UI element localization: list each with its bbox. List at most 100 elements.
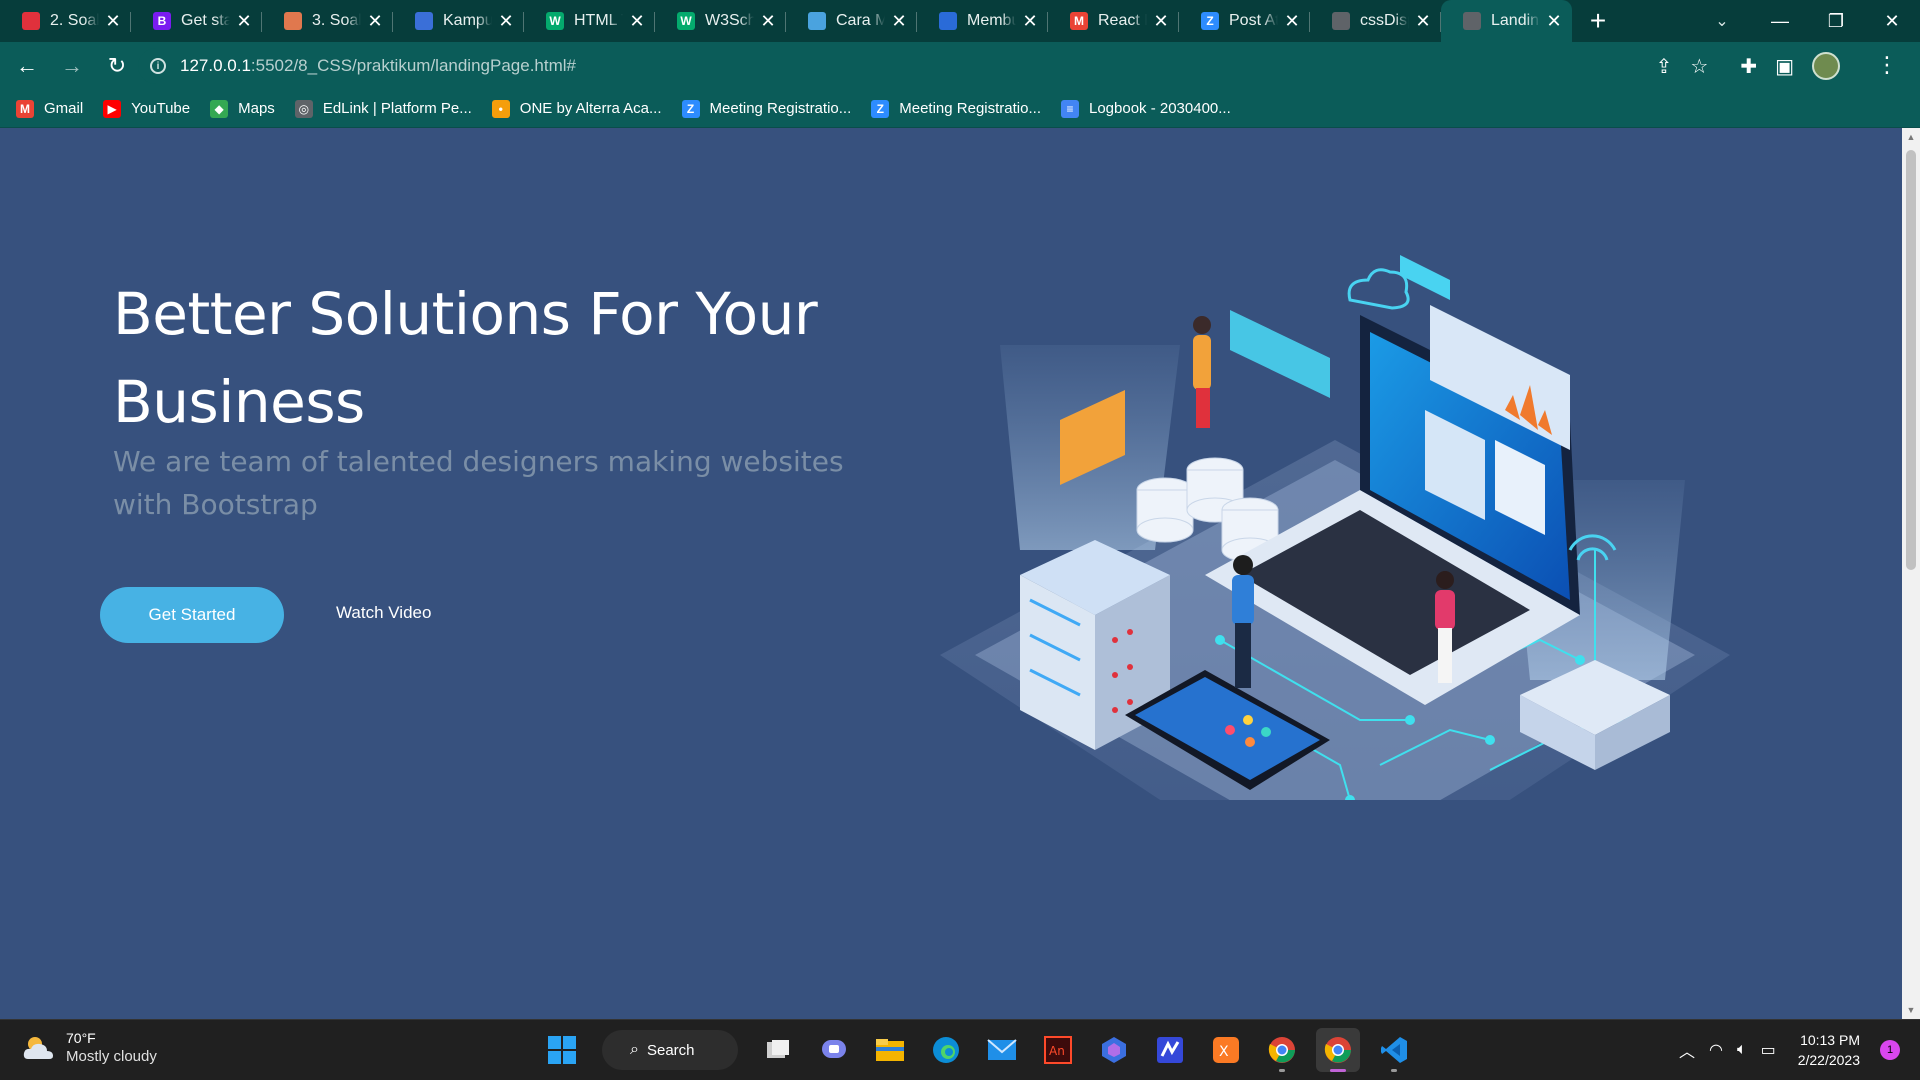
tab-title: W3Schools (705, 12, 754, 29)
youtube-icon: ▶ (103, 99, 122, 118)
bookmark-item[interactable]: ≡ Logbook - 2030400... (1060, 99, 1231, 118)
windows-taskbar: 70°F Mostly cloudy ⌕ Search An X ︿ ◠ 🔈︎ … (0, 1019, 1920, 1080)
tab-3[interactable]: Kampus Merdeka ✕ (393, 0, 524, 42)
hero-title-line1: Better Solutions For Your (113, 280, 818, 348)
chevron-up-icon[interactable]: ︿ (1679, 1038, 1695, 1062)
tab-4[interactable]: W HTML Tutorial ✕ (524, 0, 655, 42)
xampp-icon[interactable]: X (1204, 1028, 1248, 1072)
bookmark-item[interactable]: ▶ YouTube (103, 99, 190, 118)
weather-description: Mostly cloudy (66, 1048, 157, 1065)
taskbar-search[interactable]: ⌕ Search (602, 1030, 738, 1070)
task-view-icon[interactable] (756, 1028, 800, 1072)
kampus-icon (415, 12, 433, 30)
address-bar[interactable]: i 127.0.0.1:5502/8_CSS/praktikum/landing… (138, 48, 1834, 84)
page-scrollbar[interactable]: ▲ ▼ (1902, 128, 1920, 1019)
get-started-button[interactable]: Get Started (100, 587, 284, 643)
toolbar-actions: ⇪ ☆ ✚ ▣ (1656, 42, 1840, 90)
side-panel-icon[interactable]: ▣ (1775, 54, 1794, 79)
gmail-icon: M (16, 99, 34, 118)
powerautomate-icon[interactable] (1148, 1028, 1192, 1072)
bookmark-star-icon[interactable]: ☆ (1690, 54, 1708, 79)
tab-11[interactable]: Landing Page ✕ (1441, 0, 1572, 42)
copilot-icon[interactable] (1092, 1028, 1136, 1072)
tab-7[interactable]: Membuat ✕ (917, 0, 1048, 42)
mail-icon[interactable] (980, 1028, 1024, 1072)
bookmark-item[interactable]: M Gmail (16, 99, 83, 118)
bookmark-item[interactable]: Z Meeting Registratio... (681, 99, 851, 118)
bookmark-label: EdLink | Platform Pe... (322, 100, 472, 117)
weather-widget[interactable]: 70°F Mostly cloudy (22, 1030, 157, 1065)
tab-1[interactable]: B Get started ✕ (131, 0, 262, 42)
close-tab-icon[interactable]: ✕ (236, 11, 252, 32)
bookmark-label: ONE by Alterra Aca... (519, 100, 662, 117)
extensions-icon[interactable]: ✚ (1740, 54, 1757, 79)
scroll-down-arrow-icon[interactable]: ▼ (1906, 1005, 1916, 1015)
bookmark-label: Logbook - 2030400... (1088, 100, 1231, 117)
browser-menu-icon[interactable]: ⋮ (1876, 52, 1898, 78)
close-tab-icon[interactable]: ✕ (760, 11, 776, 32)
close-tab-icon[interactable]: ✕ (1546, 11, 1562, 32)
bookmark-item[interactable]: ◎ EdLink | Platform Pe... (294, 99, 472, 118)
notification-badge[interactable]: 1 (1880, 1040, 1900, 1060)
close-tab-icon[interactable]: ✕ (1153, 11, 1169, 32)
tab-9[interactable]: Z Post Attendance ✕ (1179, 0, 1310, 42)
svg-text:X: X (1219, 1044, 1229, 1060)
tab-5[interactable]: W W3Schools ✕ (655, 0, 786, 42)
reload-button[interactable]: ↻ (99, 48, 135, 84)
animate-icon[interactable]: An (1036, 1028, 1080, 1072)
tab-search-button[interactable]: ⌄ (1702, 0, 1742, 42)
close-tab-icon[interactable]: ✕ (498, 11, 514, 32)
tab-title: cssDisplay (1360, 12, 1409, 29)
bookmark-item[interactable]: • ONE by Alterra Aca... (491, 99, 662, 118)
bookmark-label: Maps (238, 100, 275, 117)
close-tab-icon[interactable]: ✕ (1284, 11, 1300, 32)
window-controls: — ❐ ✕ (1752, 0, 1920, 42)
restore-button[interactable]: ❐ (1808, 0, 1864, 42)
tab-10[interactable]: cssDisplay ✕ (1310, 0, 1441, 42)
tab-0[interactable]: 2. Soal Latihan ✕ (0, 0, 131, 42)
tab-2[interactable]: 3. Soal Latihan ✕ (262, 0, 393, 42)
tab-6[interactable]: Cara Membuat ✕ (786, 0, 917, 42)
volume-icon[interactable]: 🔈︎ (1737, 1041, 1747, 1059)
zoom-icon: Z (1201, 12, 1219, 30)
close-tab-icon[interactable]: ✕ (1415, 11, 1431, 32)
battery-icon[interactable]: ▭ (1761, 1040, 1776, 1060)
taskbar-apps: ⌕ Search An X (540, 1028, 1416, 1072)
tab-title: Landing Page (1491, 12, 1540, 29)
forward-button[interactable]: → (54, 48, 90, 84)
tab-title: React Kelas (1098, 12, 1147, 29)
globe-icon: ◎ (294, 99, 313, 118)
watch-video-link[interactable]: Watch Video (336, 603, 431, 623)
scroll-up-arrow-icon[interactable]: ▲ (1906, 132, 1916, 142)
clock[interactable]: 10:13 PM 2/22/2023 (1798, 1030, 1860, 1070)
clock-time: 10:13 PM (1800, 1032, 1860, 1048)
close-tab-icon[interactable]: ✕ (629, 11, 645, 32)
chrome-icon[interactable] (1260, 1028, 1304, 1072)
teams-chat-icon[interactable] (812, 1028, 856, 1072)
edge-icon[interactable] (924, 1028, 968, 1072)
bookmark-item[interactable]: ◆ Maps (210, 99, 275, 118)
back-button[interactable]: ← (9, 48, 45, 84)
close-tab-icon[interactable]: ✕ (1022, 11, 1038, 32)
vscode-icon[interactable] (1372, 1028, 1416, 1072)
share-icon[interactable]: ⇪ (1656, 54, 1673, 79)
chrome-active-icon[interactable] (1316, 1028, 1360, 1072)
new-tab-button[interactable]: + (1578, 0, 1618, 42)
svg-text:An: An (1049, 1044, 1065, 1058)
close-window-button[interactable]: ✕ (1864, 0, 1920, 42)
cloud-weather-icon (23, 1036, 53, 1059)
windows-start-icon[interactable] (540, 1028, 584, 1072)
close-tab-icon[interactable]: ✕ (105, 11, 121, 32)
person-icon (808, 12, 826, 30)
bookmark-item[interactable]: Z Meeting Registratio... (871, 99, 1041, 118)
profile-avatar[interactable] (1812, 52, 1840, 80)
tab-8[interactable]: M React Kelas ✕ (1048, 0, 1179, 42)
minimize-button[interactable]: — (1752, 0, 1808, 42)
wifi-icon[interactable]: ◠ (1709, 1040, 1723, 1060)
scroll-thumb[interactable] (1906, 150, 1916, 570)
file-explorer-icon[interactable] (868, 1028, 912, 1072)
site-info-icon[interactable]: i (150, 58, 166, 74)
cloud-icon (1347, 268, 1410, 310)
close-tab-icon[interactable]: ✕ (367, 11, 383, 32)
close-tab-icon[interactable]: ✕ (891, 11, 907, 32)
